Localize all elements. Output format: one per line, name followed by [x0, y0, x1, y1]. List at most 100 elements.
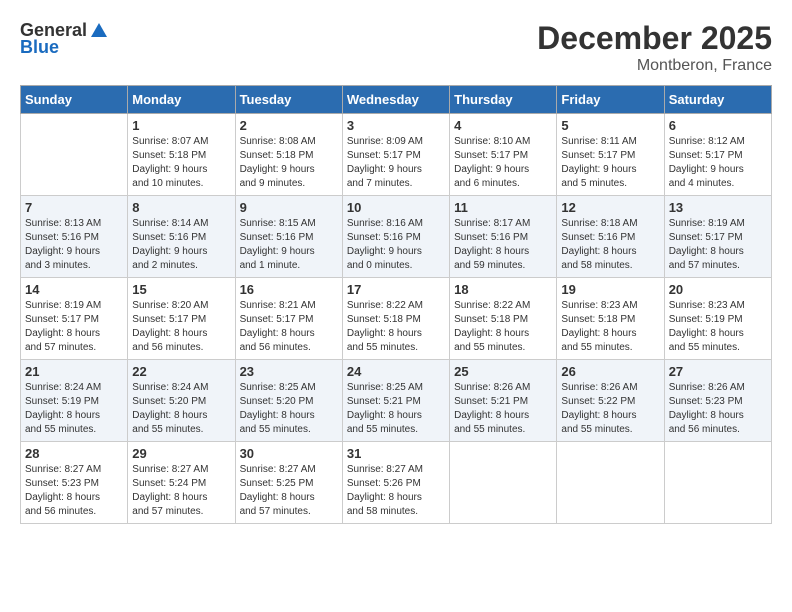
- day-number: 13: [669, 200, 767, 215]
- calendar-cell: 10Sunrise: 8:16 AM Sunset: 5:16 PM Dayli…: [342, 196, 449, 278]
- day-of-week-header: Wednesday: [342, 86, 449, 114]
- calendar-cell: 21Sunrise: 8:24 AM Sunset: 5:19 PM Dayli…: [21, 360, 128, 442]
- day-number: 24: [347, 364, 445, 379]
- day-number: 19: [561, 282, 659, 297]
- calendar-cell: 23Sunrise: 8:25 AM Sunset: 5:20 PM Dayli…: [235, 360, 342, 442]
- day-info: Sunrise: 8:27 AM Sunset: 5:25 PM Dayligh…: [240, 463, 338, 519]
- calendar-cell: [450, 442, 557, 524]
- day-of-week-header: Thursday: [450, 86, 557, 114]
- calendar-cell: 13 Sunrise: 8:19 AM Sunset: 5:17 PM Dayli…: [664, 196, 771, 278]
- day-of-week-header: Saturday: [664, 86, 771, 114]
- day-number: 25: [454, 364, 552, 379]
- calendar-cell: 27Sunrise: 8:26 AM Sunset: 5:23 PM Dayli…: [664, 360, 771, 442]
- day-number: 29: [132, 446, 230, 461]
- day-number: 8: [132, 200, 230, 215]
- day-number: 28: [25, 446, 123, 461]
- day-number: 9: [240, 200, 338, 215]
- calendar-cell: [664, 442, 771, 524]
- calendar-cell: 2Sunrise: 8:08 AM Sunset: 5:18 PM Daylig…: [235, 114, 342, 196]
- calendar-cell: 7 Sunrise: 8:13 AM Sunset: 5:16 PM Daylig…: [21, 196, 128, 278]
- logo-blue-text: Blue: [20, 37, 59, 58]
- calendar-cell: 4 Sunrise: 8:10 AM Sunset: 5:17 PM Daylig…: [450, 114, 557, 196]
- calendar-week-row: 14Sunrise: 8:19 AM Sunset: 5:17 PM Dayli…: [21, 278, 772, 360]
- day-number: 12: [561, 200, 659, 215]
- day-info: Sunrise: 8:26 AM Sunset: 5:22 PM Dayligh…: [561, 381, 659, 437]
- calendar-week-row: 7 Sunrise: 8:13 AM Sunset: 5:16 PM Daylig…: [21, 196, 772, 278]
- calendar-cell: 3 Sunrise: 8:09 AM Sunset: 5:17 PM Daylig…: [342, 114, 449, 196]
- day-number: 18: [454, 282, 552, 297]
- calendar-cell: 9 Sunrise: 8:15 AM Sunset: 5:16 PM Daylig…: [235, 196, 342, 278]
- day-number: 16: [240, 282, 338, 297]
- calendar-cell: 22 Sunrise: 8:24 AM Sunset: 5:20 PM Dayli…: [128, 360, 235, 442]
- day-info: Sunrise: 8:23 AM Sunset: 5:18 PM Dayligh…: [561, 299, 659, 355]
- day-info: Sunrise: 8:27 AM Sunset: 5:23 PM Dayligh…: [25, 463, 123, 519]
- day-info: Sunrise: 8:27 AM Sunset: 5:24 PM Dayligh…: [132, 463, 230, 519]
- calendar-cell: [557, 442, 664, 524]
- day-info: Sunrise: 8:17 AM Sunset: 5:16 PM Dayligh…: [454, 217, 552, 273]
- day-info: Sunrise: 8:25 AM Sunset: 5:21 PM Dayligh…: [347, 381, 445, 437]
- day-info: Sunrise: 8:12 AM Sunset: 5:17 PM Dayligh…: [669, 135, 767, 191]
- day-of-week-header: Sunday: [21, 86, 128, 114]
- calendar-cell: 20 Sunrise: 8:23 AM Sunset: 5:19 PM Dayli…: [664, 278, 771, 360]
- calendar-cell: 18Sunrise: 8:22 AM Sunset: 5:18 PM Dayli…: [450, 278, 557, 360]
- calendar-cell: 5Sunrise: 8:11 AM Sunset: 5:17 PM Daylig…: [557, 114, 664, 196]
- page-header: General Blue December 2025 Montberon, Fr…: [20, 20, 772, 75]
- day-info: Sunrise: 8:26 AM Sunset: 5:21 PM Dayligh…: [454, 381, 552, 437]
- day-info: Sunrise: 8:11 AM Sunset: 5:17 PM Dayligh…: [561, 135, 659, 191]
- day-number: 20: [669, 282, 767, 297]
- day-info: Sunrise: 8:27 AM Sunset: 5:26 PM Dayligh…: [347, 463, 445, 519]
- day-info: Sunrise: 8:23 AM Sunset: 5:19 PM Dayligh…: [669, 299, 767, 355]
- calendar-week-row: 28 Sunrise: 8:27 AM Sunset: 5:23 PM Dayli…: [21, 442, 772, 524]
- calendar-week-row: 1 Sunrise: 8:07 AM Sunset: 5:18 PM Daylig…: [21, 114, 772, 196]
- day-info: Sunrise: 8:20 AM Sunset: 5:17 PM Dayligh…: [132, 299, 230, 355]
- day-number: 21: [25, 364, 123, 379]
- day-info: Sunrise: 8:22 AM Sunset: 5:18 PM Dayligh…: [347, 299, 445, 355]
- calendar-cell: 15 Sunrise: 8:20 AM Sunset: 5:17 PM Dayli…: [128, 278, 235, 360]
- calendar-cell: 30Sunrise: 8:27 AM Sunset: 5:25 PM Dayli…: [235, 442, 342, 524]
- day-info: Sunrise: 8:09 AM Sunset: 5:17 PM Dayligh…: [347, 135, 445, 191]
- day-info: Sunrise: 8:07 AM Sunset: 5:18 PM Dayligh…: [132, 135, 230, 191]
- calendar-cell: 28 Sunrise: 8:27 AM Sunset: 5:23 PM Dayli…: [21, 442, 128, 524]
- day-info: Sunrise: 8:14 AM Sunset: 5:16 PM Dayligh…: [132, 217, 230, 273]
- calendar-cell: [21, 114, 128, 196]
- day-info: Sunrise: 8:15 AM Sunset: 5:16 PM Dayligh…: [240, 217, 338, 273]
- day-number: 15: [132, 282, 230, 297]
- day-number: 11: [454, 200, 552, 215]
- day-number: 10: [347, 200, 445, 215]
- day-number: 7: [25, 200, 123, 215]
- calendar-cell: 8 Sunrise: 8:14 AM Sunset: 5:16 PM Daylig…: [128, 196, 235, 278]
- calendar-cell: 31 Sunrise: 8:27 AM Sunset: 5:26 PM Dayli…: [342, 442, 449, 524]
- day-info: Sunrise: 8:21 AM Sunset: 5:17 PM Dayligh…: [240, 299, 338, 355]
- day-info: Sunrise: 8:19 AM Sunset: 5:17 PM Dayligh…: [669, 217, 767, 273]
- calendar-cell: 25 Sunrise: 8:26 AM Sunset: 5:21 PM Dayli…: [450, 360, 557, 442]
- day-number: 31: [347, 446, 445, 461]
- day-number: 17: [347, 282, 445, 297]
- day-info: Sunrise: 8:10 AM Sunset: 5:17 PM Dayligh…: [454, 135, 552, 191]
- day-number: 22: [132, 364, 230, 379]
- day-of-week-header: Friday: [557, 86, 664, 114]
- logo-icon: [89, 21, 109, 41]
- day-info: Sunrise: 8:24 AM Sunset: 5:20 PM Dayligh…: [132, 381, 230, 437]
- day-number: 23: [240, 364, 338, 379]
- calendar-cell: 1 Sunrise: 8:07 AM Sunset: 5:18 PM Daylig…: [128, 114, 235, 196]
- calendar-cell: 6 Sunrise: 8:12 AM Sunset: 5:17 PM Daylig…: [664, 114, 771, 196]
- calendar-cell: 19 Sunrise: 8:23 AM Sunset: 5:18 PM Dayli…: [557, 278, 664, 360]
- day-info: Sunrise: 8:26 AM Sunset: 5:23 PM Dayligh…: [669, 381, 767, 437]
- day-number: 6: [669, 118, 767, 133]
- day-info: Sunrise: 8:13 AM Sunset: 5:16 PM Dayligh…: [25, 217, 123, 273]
- calendar-header-row: SundayMondayTuesdayWednesdayThursdayFrid…: [21, 86, 772, 114]
- calendar-week-row: 21Sunrise: 8:24 AM Sunset: 5:19 PM Dayli…: [21, 360, 772, 442]
- calendar-cell: 11 Sunrise: 8:17 AM Sunset: 5:16 PM Dayli…: [450, 196, 557, 278]
- calendar-cell: 12Sunrise: 8:18 AM Sunset: 5:16 PM Dayli…: [557, 196, 664, 278]
- title-section: December 2025 Montberon, France: [537, 20, 772, 75]
- day-number: 1: [132, 118, 230, 133]
- day-number: 4: [454, 118, 552, 133]
- location: Montberon, France: [537, 57, 772, 75]
- calendar-cell: 17 Sunrise: 8:22 AM Sunset: 5:18 PM Dayli…: [342, 278, 449, 360]
- calendar-cell: 16 Sunrise: 8:21 AM Sunset: 5:17 PM Dayli…: [235, 278, 342, 360]
- day-number: 3: [347, 118, 445, 133]
- day-number: 26: [561, 364, 659, 379]
- calendar-cell: 29 Sunrise: 8:27 AM Sunset: 5:24 PM Dayli…: [128, 442, 235, 524]
- day-info: Sunrise: 8:08 AM Sunset: 5:18 PM Dayligh…: [240, 135, 338, 191]
- calendar-cell: 26 Sunrise: 8:26 AM Sunset: 5:22 PM Dayli…: [557, 360, 664, 442]
